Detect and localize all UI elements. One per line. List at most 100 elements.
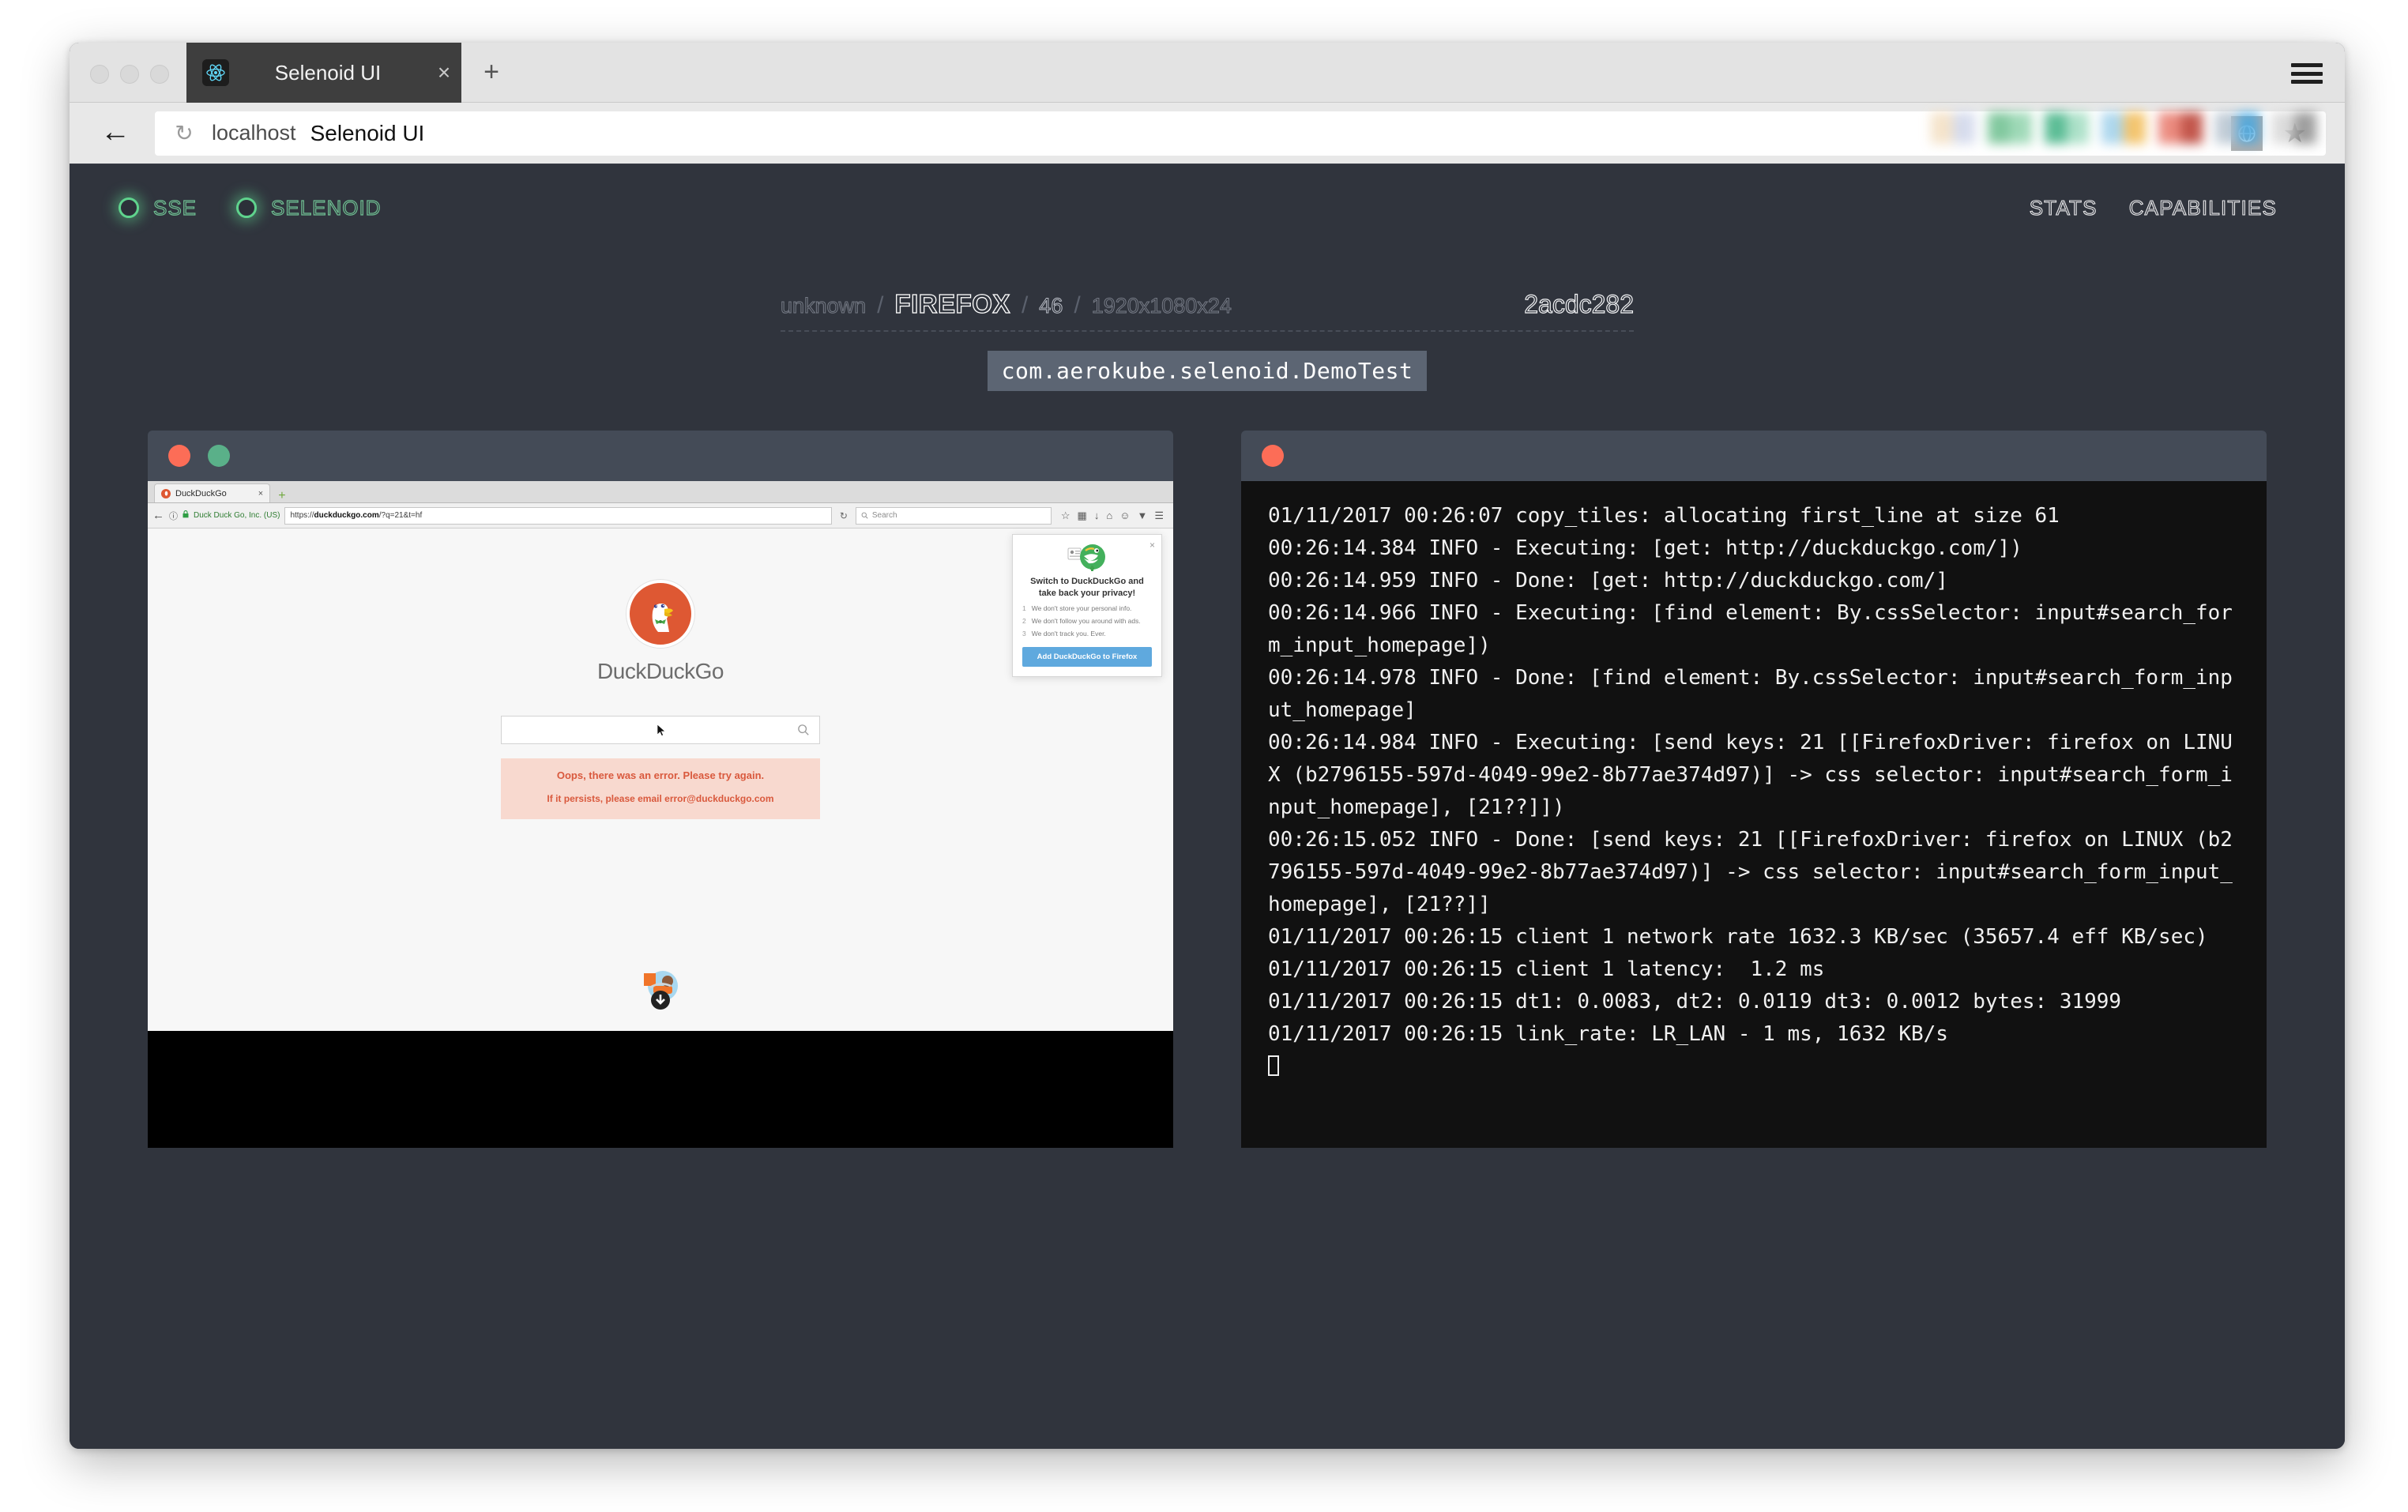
- log-line: 00:26:14.384 INFO - Executing: [get: htt…: [1268, 536, 2022, 560]
- duckduckgo-promo-popup[interactable]: × Switch to DuckDuckGo and take back you…: [1012, 534, 1162, 677]
- pocket-icon[interactable]: ☺: [1119, 510, 1130, 521]
- log-output[interactable]: 01/11/2017 00:26:07 copy_tiles: allocati…: [1241, 481, 2267, 1148]
- close-icon[interactable]: ×: [1149, 540, 1155, 551]
- popup-item-text: We don't store your personal info.: [1031, 604, 1132, 612]
- new-tab-button[interactable]: +: [474, 58, 509, 87]
- session-platform: unknown: [780, 294, 867, 318]
- url-host: localhost: [212, 121, 296, 145]
- remote-toolbar-icons[interactable]: ☆ ▦ ↓ ⌂ ☺ ▼ ☰: [1056, 510, 1168, 522]
- session-browser: FIREFOX: [894, 288, 1010, 318]
- popup-item-number: 1: [1022, 604, 1026, 612]
- remote-page-content: × Switch to DuckDuckGo and take back you…: [148, 529, 1173, 1031]
- extension-icon[interactable]: [2158, 112, 2203, 144]
- nav-link-capabilities[interactable]: CAPABILITIES: [2128, 195, 2277, 220]
- url-prefix: https://: [290, 511, 314, 520]
- menu-icon[interactable]: ☰: [1154, 510, 1164, 522]
- log-line: 01/11/2017 00:26:07 copy_tiles: allocati…: [1268, 504, 2060, 528]
- status-sse[interactable]: SSE: [119, 195, 198, 220]
- magnifier-icon: [861, 512, 868, 519]
- back-arrow-icon[interactable]: ←: [98, 116, 133, 151]
- session-screen-resolution: 1920x1080x24: [1091, 294, 1232, 318]
- remote-page-info-icon[interactable]: ⓘ: [169, 510, 178, 522]
- vnc-panel: DuckDuckGo × + ← ⓘ Duck Duck Go, Inc. (U…: [148, 431, 1173, 1148]
- remote-url-field[interactable]: https://duckduckgo.com/?q=21&t=hf: [284, 506, 832, 525]
- extension-icon[interactable]: [2101, 112, 2146, 144]
- remote-new-tab-icon[interactable]: +: [278, 490, 285, 502]
- browser-toolbar: ← ↻ localhost Selenoid UI ★: [70, 103, 2345, 164]
- star-icon[interactable]: ☆: [1061, 510, 1070, 522]
- tab-strip: Selenoid UI × +: [70, 43, 2345, 103]
- download-icon[interactable]: ↓: [1094, 510, 1100, 521]
- popup-list-item: 3 We don't track you. Ever.: [1022, 630, 1152, 638]
- separator: /: [1021, 292, 1029, 318]
- extension-icon[interactable]: [1931, 112, 1975, 144]
- remote-firefox-navbar: ← ⓘ Duck Duck Go, Inc. (US) https://duck…: [148, 503, 1173, 528]
- remote-search-field[interactable]: Search: [855, 506, 1052, 525]
- remote-tab-label: DuckDuckGo: [175, 488, 227, 498]
- vnc-screen[interactable]: DuckDuckGo × + ← ⓘ Duck Duck Go, Inc. (U…: [148, 481, 1173, 1148]
- selenoid-page: SSE SELENOID STATS CAPABILITIES unknown …: [70, 164, 2345, 1449]
- nav-link-stats[interactable]: STATS: [2029, 195, 2098, 220]
- log-line: 01/11/2017 00:26:15 client 1 latency: 1.…: [1268, 957, 1825, 981]
- vnc-fullscreen-button[interactable]: [208, 445, 230, 467]
- react-atom-icon: [202, 59, 229, 86]
- remote-tab-duckduckgo[interactable]: DuckDuckGo ×: [154, 483, 271, 502]
- shield-icon[interactable]: ▼: [1137, 510, 1147, 521]
- log-close-button[interactable]: [1262, 445, 1284, 467]
- header-nav: STATS CAPABILITIES: [2029, 195, 2277, 220]
- extension-icon[interactable]: [1988, 112, 2032, 144]
- error-title: Oops, there was an error. Please try aga…: [556, 769, 765, 781]
- log-line: 00:26:15.052 INFO - Done: [send keys: 21…: [1268, 828, 2233, 916]
- log-line: 00:26:14.978 INFO - Done: [find element:…: [1268, 666, 2233, 722]
- tab-selenoid-ui[interactable]: Selenoid UI ×: [186, 43, 461, 103]
- log-line: 01/11/2017 00:26:15 link_rate: LR_LAN - …: [1268, 1022, 1948, 1046]
- reload-icon[interactable]: ↻: [172, 121, 196, 145]
- remote-back-icon[interactable]: ←: [152, 509, 164, 522]
- window-minimize-button[interactable]: [120, 65, 139, 84]
- vnc-close-button[interactable]: [168, 445, 190, 467]
- session-browser-version: 46: [1039, 294, 1063, 318]
- log-line: 00:26:14.959 INFO - Done: [get: http://d…: [1268, 569, 1948, 592]
- log-panel-titlebar: [1241, 431, 2267, 481]
- popup-list-item: 1 We don't store your personal info.: [1022, 604, 1152, 612]
- tab-close-icon[interactable]: ×: [427, 62, 461, 84]
- error-detail: If it persists, please email error@duckd…: [547, 793, 774, 805]
- duckduckgo-favicon-icon: [161, 488, 171, 498]
- duckduckgo-search-input[interactable]: [501, 716, 820, 744]
- popup-list-item: 2 We don't follow you around with ads.: [1022, 617, 1152, 625]
- url-path: /?q=21&t=hf: [378, 511, 423, 520]
- popup-item-text: We don't track you. Ever.: [1031, 629, 1106, 638]
- panels-row: DuckDuckGo × + ← ⓘ Duck Duck Go, Inc. (U…: [70, 431, 2345, 1148]
- download-promo-illustration[interactable]: [148, 969, 1173, 1017]
- connection-status-group: SSE SELENOID: [119, 195, 421, 220]
- popup-title: Switch to DuckDuckGo and take back your …: [1030, 577, 1144, 598]
- remote-site-identity: Duck Duck Go, Inc. (US): [194, 511, 280, 520]
- popup-item-text: We don't follow you around with ads.: [1031, 616, 1141, 625]
- status-led-icon: [236, 197, 258, 218]
- extension-icon[interactable]: [2272, 112, 2316, 144]
- remote-tab-close-icon[interactable]: ×: [258, 489, 263, 498]
- library-icon[interactable]: ▦: [1078, 510, 1087, 522]
- extension-icon[interactable]: [2045, 112, 2089, 144]
- duckduckgo-error-message: Oops, there was an error. Please try aga…: [501, 758, 820, 820]
- session-id: 2acdc282: [1524, 289, 1635, 318]
- hamburger-menu-icon[interactable]: [2291, 63, 2323, 84]
- status-selenoid[interactable]: SELENOID: [236, 195, 382, 220]
- browser-window: Selenoid UI × + ← ↻ localhost Selenoid U…: [70, 43, 2345, 1449]
- log-caret: [1268, 1051, 2244, 1083]
- remote-reload-icon[interactable]: ↻: [837, 510, 851, 521]
- extension-icon[interactable]: [2215, 112, 2259, 144]
- vnc-panel-titlebar: [148, 431, 1173, 481]
- status-selenoid-label: SELENOID: [270, 195, 382, 220]
- status-sse-label: SSE: [152, 195, 198, 220]
- extension-icons[interactable]: [1931, 112, 2316, 144]
- test-name-badge: com.aerokube.selenoid.DemoTest: [987, 351, 1428, 391]
- window-close-button[interactable]: [90, 65, 109, 84]
- remote-search-placeholder: Search: [871, 511, 897, 520]
- window-maximize-button[interactable]: [150, 65, 169, 84]
- log-line: 01/11/2017 00:26:15 client 1 network rat…: [1268, 925, 2208, 949]
- terminal-cursor-icon: [1268, 1055, 1279, 1076]
- separator: /: [877, 292, 884, 318]
- home-icon[interactable]: ⌂: [1106, 510, 1112, 521]
- add-duckduckgo-button[interactable]: Add DuckDuckGo to Firefox: [1022, 646, 1152, 667]
